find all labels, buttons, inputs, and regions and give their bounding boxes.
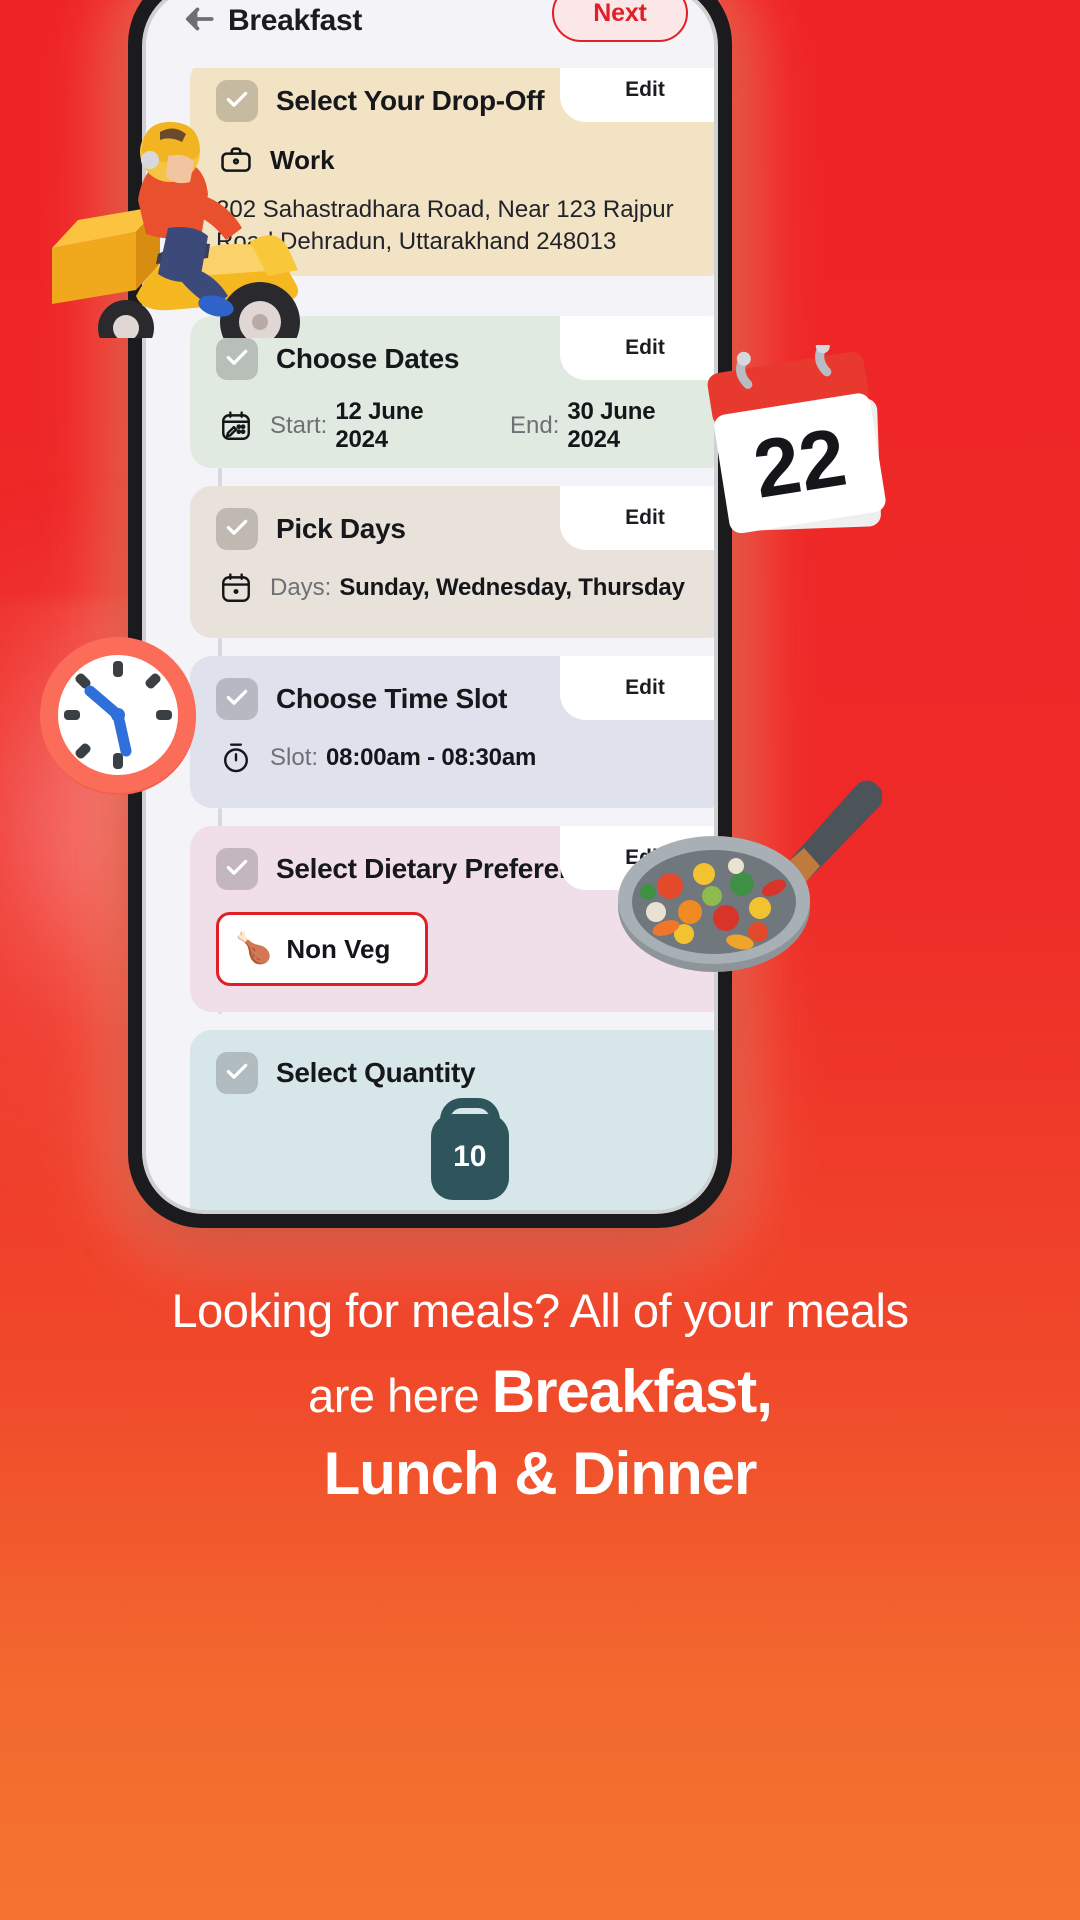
end-value: 30 June 2024	[567, 398, 656, 453]
dietary-option-chip[interactable]: 🍗 Non Veg	[216, 912, 428, 986]
check-icon	[224, 1058, 250, 1089]
drop-off-place-row: Work	[216, 140, 704, 180]
phone-frame: Breakfast Next Edit Select Your Drop-Off…	[128, 0, 732, 1228]
start-value: 12 June 2024	[335, 398, 424, 453]
end-label: End:	[509, 412, 560, 439]
headline-line-3: Lunch & Dinner	[323, 1439, 758, 1507]
check-icon	[224, 86, 250, 117]
time-slot-row: Slot: 08:00am - 08:30am	[216, 738, 704, 778]
app-header: Breakfast Next	[146, 0, 714, 68]
checkbox-dates[interactable]	[216, 338, 258, 380]
check-icon	[224, 854, 250, 885]
roast-chicken-icon: 🍗	[235, 932, 273, 965]
drop-off-place-name: Work	[270, 144, 335, 175]
headline-line-2-strong: Breakfast,	[491, 1357, 773, 1425]
step-title-days: Pick Days	[276, 513, 406, 544]
drop-off-address: 202 Sahastradhara Road, Near 123 Rajpur …	[216, 196, 674, 256]
step-card-days[interactable]: Edit Pick Days Days: Sunday, Wednesday, …	[190, 486, 714, 638]
step-title-quantity: Select Quantity	[276, 1057, 476, 1088]
marketing-headline: Looking for meals? All of your meals are…	[0, 1282, 1080, 1508]
svg-text:22: 22	[748, 412, 852, 516]
step-title-dates: Choose Dates	[276, 343, 460, 374]
check-icon	[224, 684, 250, 715]
slot-label: Slot:	[270, 744, 319, 771]
step-title-drop-off: Select Your Drop-Off	[276, 85, 545, 116]
days-row: Days: Sunday, Wednesday, Thursday	[216, 568, 704, 608]
back-button[interactable]	[176, 0, 222, 44]
checkbox-days[interactable]	[216, 508, 258, 550]
slot-value: 08:00am - 08:30am	[326, 744, 537, 771]
step-title-time-slot: Choose Time Slot	[276, 683, 508, 714]
app-screen: Breakfast Next Edit Select Your Drop-Off…	[146, 0, 714, 1210]
edit-button-dietary[interactable]: Edit	[560, 826, 714, 890]
days-label: Days:	[270, 574, 332, 601]
days-value: Sunday, Wednesday, Thursday	[339, 574, 685, 601]
calendar-edit-icon	[216, 406, 256, 446]
headline-line-2: are here Breakfast,	[40, 1357, 1040, 1425]
quantity-value-bubble: 10	[430, 1114, 509, 1200]
page-title: Breakfast	[228, 4, 363, 37]
arrow-left-icon	[180, 0, 218, 43]
step-card-drop-off[interactable]: Edit Select Your Drop-Off Work 202 Sahas…	[190, 58, 714, 276]
checkbox-quantity[interactable]	[216, 1052, 258, 1094]
dietary-option-label: Non Veg	[286, 933, 391, 964]
phone-bezel: Breakfast Next Edit Select Your Drop-Off…	[142, 0, 718, 1214]
checkbox-time-slot[interactable]	[216, 678, 258, 720]
edit-button-days[interactable]: Edit	[560, 486, 714, 550]
stopwatch-icon	[216, 738, 256, 778]
quantity-slider[interactable]: 10	[216, 1100, 704, 1210]
step-list: Edit Select Your Drop-Off Work 202 Sahas…	[146, 40, 714, 1210]
checkbox-dietary[interactable]	[216, 848, 258, 890]
edit-button-time-slot[interactable]: Edit	[560, 656, 714, 720]
start-label: Start:	[270, 412, 328, 439]
next-button[interactable]: Next	[552, 0, 688, 42]
step-card-dietary[interactable]: Edit Select Dietary Preference 🍗 Non Veg	[190, 826, 714, 1012]
calendar-icon	[216, 568, 256, 608]
checkbox-drop-off[interactable]	[216, 80, 258, 122]
headline-line-2-light: are here	[308, 1368, 480, 1422]
step-title-dietary: Select Dietary Preference	[276, 853, 607, 884]
headline-line-1: Looking for meals? All of your meals	[171, 1284, 909, 1337]
edit-button-dates[interactable]: Edit	[560, 316, 714, 380]
step-card-quantity[interactable]: Select Quantity 10	[190, 1030, 714, 1210]
step-header: Select Quantity	[216, 1052, 704, 1094]
check-icon	[224, 514, 250, 545]
dates-row: Start: 12 June 2024 End: 30 June 2024	[216, 398, 704, 454]
briefcase-icon	[216, 140, 256, 180]
step-card-time-slot[interactable]: Edit Choose Time Slot Slot: 08:00am - 08…	[190, 656, 714, 808]
step-card-dates[interactable]: Edit Choose Dates Start: 12 June 2024 En…	[190, 316, 714, 468]
check-icon	[224, 344, 250, 375]
